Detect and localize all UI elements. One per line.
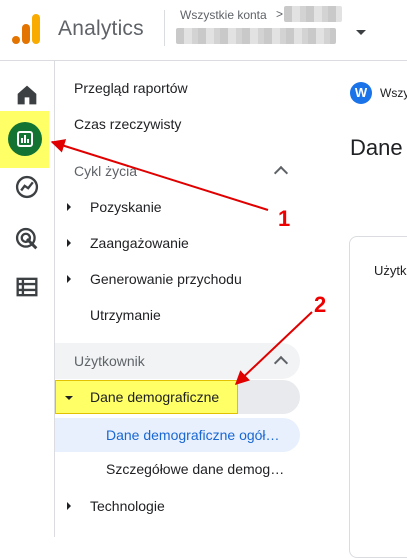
section-lifecycle-label[interactable]: Cykl życia xyxy=(74,163,137,179)
account-chevron-icon: > xyxy=(276,7,284,21)
account-name-redacted[interactable] xyxy=(176,28,336,44)
annotation-label-1: 1 xyxy=(278,206,291,231)
explore-icon[interactable] xyxy=(13,173,41,201)
account-id-redacted xyxy=(284,6,342,22)
home-icon[interactable] xyxy=(13,81,41,109)
reports-button[interactable] xyxy=(0,111,49,168)
expand-engagement-icon[interactable] xyxy=(67,239,71,247)
reports-icon-circle xyxy=(8,122,42,156)
account-label[interactable]: Wszystkie konta xyxy=(180,8,267,22)
page-title: Dane xyxy=(350,135,403,160)
account-dropdown-icon[interactable] xyxy=(356,30,366,35)
expand-acquisition-icon[interactable] xyxy=(67,203,71,211)
nav-demographics-overview[interactable]: Dane demograficzne ogół… xyxy=(106,427,280,443)
nav-demographics-details[interactable]: Szczegółowe dane demog… xyxy=(106,461,284,477)
nav-demographics[interactable]: Dane demograficzne xyxy=(90,389,219,405)
expand-monetization-icon[interactable] xyxy=(67,275,71,283)
section-user-label[interactable]: Użytkownik xyxy=(74,353,145,369)
configure-icon[interactable] xyxy=(13,273,41,301)
annotation-label-2: 2 xyxy=(314,292,327,317)
nav-realtime[interactable]: Czas rzeczywisty xyxy=(74,116,181,132)
analytics-logo-icon[interactable] xyxy=(12,14,40,44)
report-card xyxy=(349,236,407,558)
nav-retention[interactable]: Utrzymanie xyxy=(90,307,161,323)
nav-monetization[interactable]: Generowanie przychodu xyxy=(90,271,242,287)
top-header: Analytics Wszystkie konta > xyxy=(0,0,407,61)
card-label: Użytk xyxy=(374,263,407,278)
lifecycle-collapse-icon[interactable] xyxy=(273,165,289,181)
annotation-arrows xyxy=(50,139,313,385)
nav-technology[interactable]: Technologie xyxy=(90,498,165,514)
workspace-avatar[interactable]: W xyxy=(350,82,372,104)
expand-technology-icon[interactable] xyxy=(67,502,71,510)
nav-engagement[interactable]: Zaangażowanie xyxy=(90,235,189,251)
app-title: Analytics xyxy=(58,17,144,40)
header-divider xyxy=(164,10,165,46)
left-icon-rail xyxy=(0,61,55,537)
nav-reports-snapshot[interactable]: Przegląd raportów xyxy=(74,80,188,96)
nav-acquisition[interactable]: Pozyskanie xyxy=(90,199,162,215)
reports-icon xyxy=(17,131,33,147)
advertising-icon[interactable] xyxy=(13,225,41,253)
workspace-label[interactable]: Wszy xyxy=(380,86,407,100)
collapse-demographics-icon[interactable] xyxy=(65,396,73,400)
